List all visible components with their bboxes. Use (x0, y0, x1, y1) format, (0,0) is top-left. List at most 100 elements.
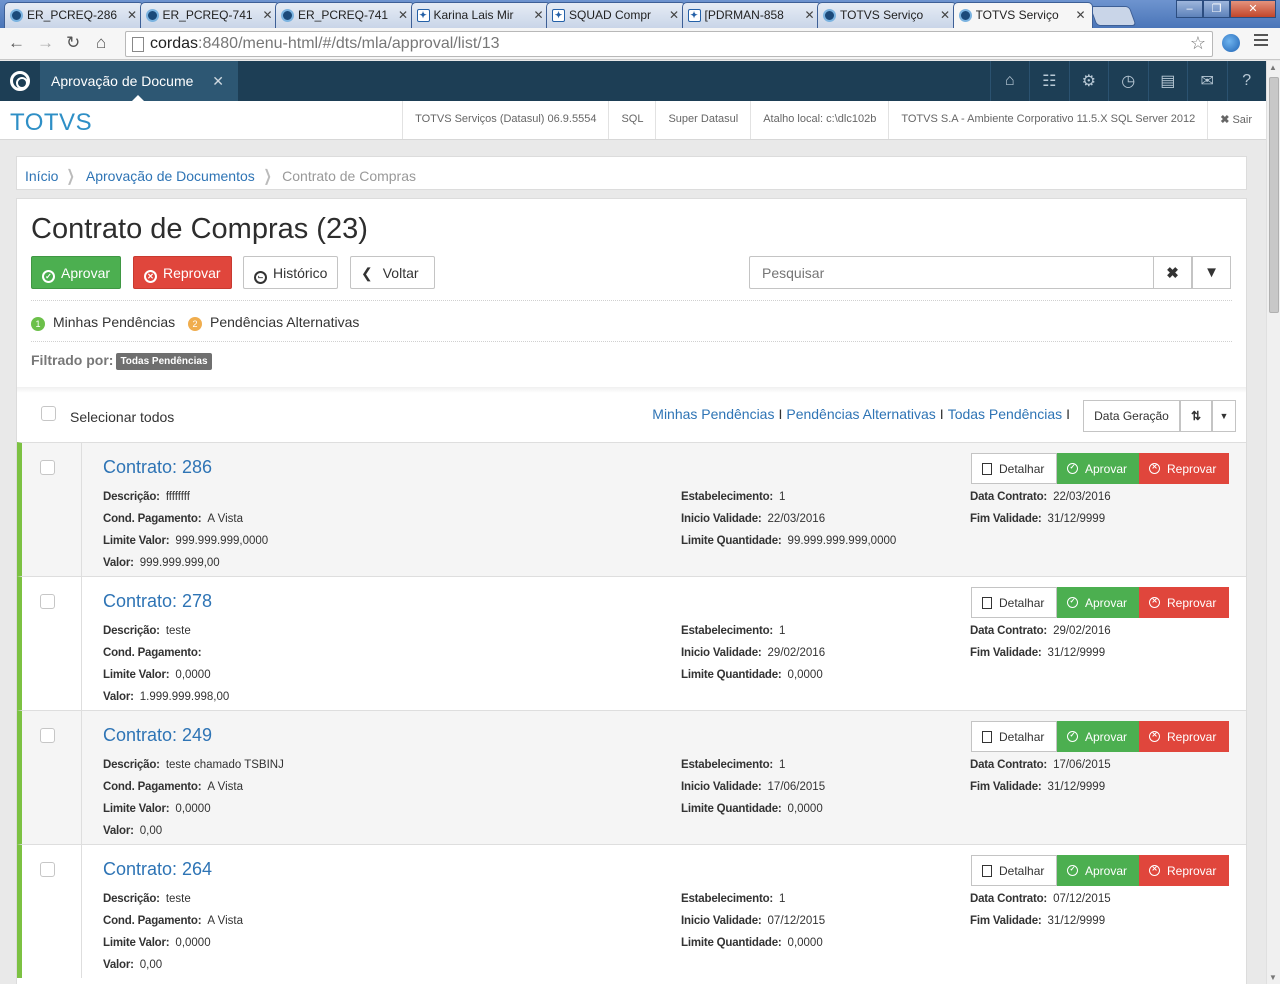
close-tab-icon[interactable]: ✕ (533, 8, 543, 22)
divider (31, 341, 1232, 342)
close-icon[interactable]: ✕ (212, 73, 224, 90)
row-reject-button[interactable]: ✕ Reprovar (1139, 721, 1229, 752)
legend-label: Minhas Pendências (53, 314, 176, 330)
field-label: Limite Valor: (103, 937, 170, 949)
field-label: Cond. Pagamento: (103, 781, 202, 793)
close-tab-icon[interactable]: ✕ (262, 8, 272, 22)
sort-field-button[interactable]: Data Geração (1083, 400, 1180, 432)
forward-icon[interactable]: → (37, 33, 54, 53)
link-my-pending[interactable]: Minhas Pendências (652, 406, 774, 422)
sitemap-icon[interactable]: ☷ (1029, 61, 1069, 101)
clock-icon[interactable]: ◷ (1108, 61, 1148, 101)
close-tab-icon[interactable]: ✕ (669, 8, 679, 22)
browser-tab[interactable]: TOTVS Serviço ✕ (952, 2, 1093, 28)
reload-icon[interactable]: ↻ (66, 33, 80, 53)
info-product: TOTVS Serviços (Datasul) 06.9.5554 (402, 101, 608, 139)
row-reject-button[interactable]: ✕ Reprovar (1139, 453, 1229, 484)
scroll-down-icon[interactable]: ▼ (1269, 973, 1277, 982)
scrollbar[interactable]: ▲ ▼ (1266, 61, 1280, 984)
browser-tab[interactable]: ✦ Karina Lais Mir ✕ (410, 2, 551, 28)
browser-tab[interactable]: ✦ [PDRMAN-858 ✕ (681, 2, 822, 28)
detail-button[interactable]: Detalhar (971, 453, 1057, 484)
envelope-icon[interactable]: ✉ (1187, 61, 1227, 101)
field-value: 1.999.999.998,00 (139, 691, 230, 703)
logout-button[interactable]: ✖ Sair (1207, 101, 1266, 139)
row-reject-button[interactable]: ✕ Reprovar (1139, 855, 1229, 886)
chevron-down-icon[interactable]: ▼ (1212, 400, 1236, 432)
separator: I (1066, 406, 1070, 422)
filter-button[interactable]: ▼ (1192, 256, 1231, 289)
row-approve-button[interactable]: ✓ Aprovar (1057, 453, 1139, 484)
field-label: Limite Valor: (103, 803, 170, 815)
contract-title[interactable]: Contrato: 264 (103, 859, 212, 880)
scrollbar-thumb[interactable] (1269, 77, 1279, 313)
browser-menu-icon[interactable] (1254, 34, 1268, 49)
browser-tab[interactable]: TOTVS Serviço ✕ (817, 2, 957, 28)
close-window-button[interactable]: ✕ (1230, 0, 1276, 18)
field-label: Cond. Pagamento: (103, 647, 202, 659)
close-tab-icon[interactable]: ✕ (940, 8, 950, 22)
detail-button[interactable]: Detalhar (971, 855, 1057, 886)
approve-button[interactable]: ✓ Aprovar (31, 256, 122, 289)
help-icon[interactable]: ? (1226, 61, 1267, 101)
filter-badge[interactable]: Todas Pendências (116, 353, 212, 370)
close-tab-icon[interactable]: ✕ (804, 8, 814, 22)
quick-filter-links: Minhas Pendências I Pendências Alternativa… (652, 406, 1074, 422)
browser-tab-label: ER_PCREQ-741 (298, 8, 389, 22)
bookmark-star-icon[interactable]: ☆ (1190, 33, 1206, 54)
row-approve-button[interactable]: ✓ Aprovar (1057, 721, 1139, 752)
back-icon[interactable]: ← (8, 33, 25, 53)
browser-tab[interactable]: ER_PCREQ-741 ✕ (139, 2, 280, 28)
row-checkbox[interactable] (40, 728, 55, 743)
home-icon[interactable]: ⌂ (96, 33, 106, 53)
row-reject-button[interactable]: ✕ Reprovar (1139, 587, 1229, 618)
app-tab-approval[interactable]: Aprovação de Docume ✕ (40, 61, 238, 101)
scroll-up-icon[interactable]: ▲ (1269, 63, 1277, 72)
row-checkbox[interactable] (40, 594, 55, 609)
row-checkbox[interactable] (40, 862, 55, 877)
field-value: A Vista (207, 781, 243, 793)
back-button[interactable]: ❮ Voltar (350, 256, 435, 289)
row-checkbox[interactable] (40, 460, 55, 475)
field-valor: Valor: 1.999.999.998,00 (103, 691, 229, 703)
close-tab-icon[interactable]: ✕ (398, 8, 408, 22)
browser-tab[interactable]: ER_PCREQ-741 ✕ (275, 2, 415, 28)
minimize-button[interactable]: – (1176, 0, 1203, 18)
breadcrumb-parent[interactable]: Aprovação de Documentos (86, 168, 255, 184)
breadcrumb-home[interactable]: Início (25, 168, 58, 184)
detail-button[interactable]: Detalhar (971, 587, 1057, 618)
link-alternative-pending[interactable]: Pendências Alternativas (786, 406, 935, 422)
contract-title[interactable]: Contrato: 249 (103, 725, 212, 746)
separator: I (778, 406, 783, 422)
close-tab-icon[interactable]: ✕ (127, 8, 137, 22)
sort-order-icon[interactable]: ⇅ (1180, 400, 1212, 432)
extension-globe-icon[interactable] (1222, 34, 1240, 52)
browser-tab[interactable]: ER_PCREQ-286 ✕ (4, 2, 144, 28)
totvs-logo-icon[interactable] (0, 61, 40, 101)
history-label: Histórico (273, 265, 328, 281)
field-label: Estabelecimento: (681, 893, 774, 905)
document-icon[interactable]: ▤ (1147, 61, 1188, 101)
detail-button[interactable]: Detalhar (971, 721, 1057, 752)
maximize-button[interactable]: ❐ (1203, 0, 1230, 18)
browser-tab[interactable]: ✦ SQUAD Compr ✕ (546, 2, 686, 28)
gear-icon[interactable]: ⚙ (1068, 61, 1109, 101)
contract-title[interactable]: Contrato: 286 (103, 457, 212, 478)
row-approve-button[interactable]: ✓ Aprovar (1057, 855, 1139, 886)
history-button[interactable]: ⌙ Histórico (243, 256, 339, 289)
field-label: Descrição: (103, 491, 160, 503)
x-circle-icon: ✕ (1149, 865, 1160, 876)
search-input[interactable] (749, 256, 1154, 289)
field-cond: Cond. Pagamento: A Vista (103, 513, 243, 525)
url-input[interactable]: cordas:8480/menu-html/#/dts/mla/approval… (125, 31, 1213, 57)
close-tab-icon[interactable]: ✕ (1075, 8, 1085, 22)
select-all-checkbox[interactable] (41, 406, 56, 421)
select-all[interactable]: Selecionar todos (41, 406, 174, 425)
home-icon[interactable]: ⌂ (989, 61, 1030, 101)
clear-search-button[interactable]: ✖ (1153, 256, 1192, 289)
contract-title[interactable]: Contrato: 278 (103, 591, 212, 612)
link-all-pending[interactable]: Todas Pendências (948, 406, 1062, 422)
reject-button[interactable]: ✕ Reprovar (133, 256, 232, 289)
new-tab-button[interactable] (1089, 6, 1137, 26)
row-approve-button[interactable]: ✓ Aprovar (1057, 587, 1139, 618)
